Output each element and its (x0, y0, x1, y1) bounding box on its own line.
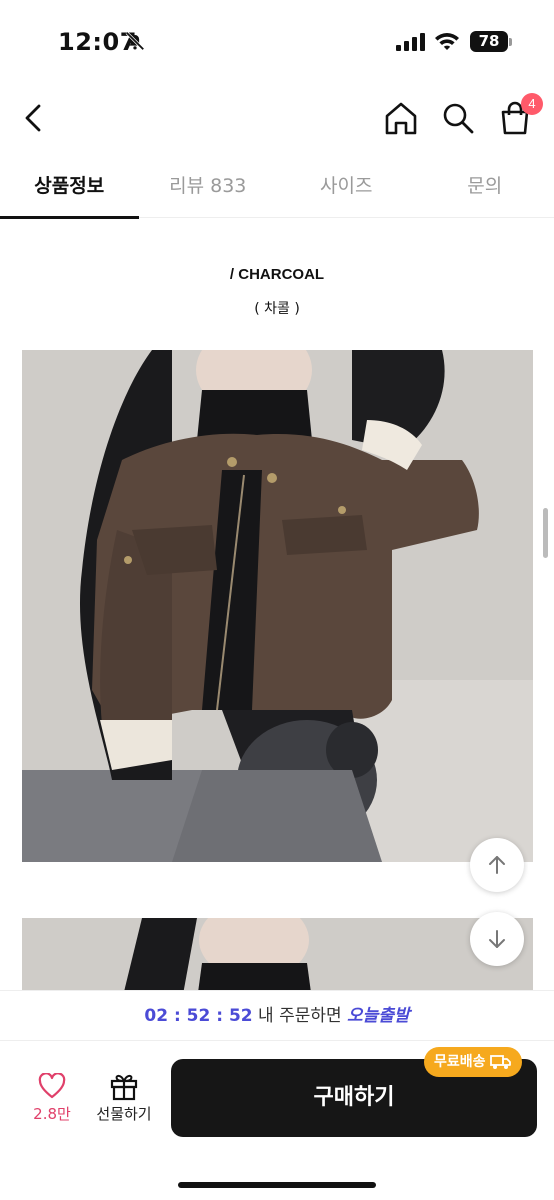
tab-product-info[interactable]: 상품정보 (0, 160, 139, 219)
scroll-to-top-button[interactable] (470, 838, 524, 892)
bell-off-icon (125, 31, 145, 51)
notice-highlight: 오늘출발 (347, 1006, 410, 1026)
arrow-down-icon (489, 930, 505, 948)
truck-icon (489, 1055, 511, 1069)
notice-text: 내 주문하면 (258, 1006, 342, 1026)
arrow-up-icon (489, 856, 505, 874)
product-photo (22, 350, 533, 862)
product-photo-second-illustration (22, 918, 533, 1000)
gift-label: 선물하기 (96, 1105, 152, 1123)
home-indicator (178, 1182, 376, 1188)
tab-reviews[interactable]: 리뷰 833 (139, 160, 278, 217)
home-icon[interactable] (382, 100, 420, 136)
battery-indicator: 78 (470, 31, 508, 52)
scrollbar-thumb[interactable] (543, 508, 548, 558)
shipping-countdown: 02 : 52 : 52 (144, 1006, 253, 1026)
status-bar: 12:07 78 (0, 0, 554, 80)
product-photo-illustration (22, 350, 533, 862)
tab-inquiry[interactable]: 문의 (416, 160, 554, 217)
cart-count-badge: 4 (521, 93, 543, 115)
product-photo-second (22, 918, 533, 1000)
free-shipping-badge: 무료배송 (424, 1047, 522, 1077)
battery-tip (509, 38, 512, 46)
cellular-signal-icon (396, 33, 425, 51)
same-day-shipping-notice: 02 : 52 : 52 내 주문하면 오늘출발 (0, 990, 554, 1040)
gift-button[interactable]: 선물하기 (88, 1069, 160, 1139)
free-shipping-label: 무료배송 (434, 1054, 486, 1070)
like-count: 2.8만 (33, 1105, 71, 1123)
wifi-icon (435, 33, 459, 50)
top-nav: 4 (0, 88, 554, 150)
heart-icon (38, 1073, 66, 1099)
like-button[interactable]: 2.8만 (20, 1069, 84, 1139)
bottom-action-bar: 2.8만 선물하기 구매하기 무료배송 (0, 1040, 554, 1200)
back-arrow-icon[interactable] (18, 100, 50, 136)
scroll-to-bottom-button[interactable] (470, 912, 524, 966)
gift-icon (110, 1074, 138, 1101)
color-name: / CHARCOAL (229, 266, 325, 283)
color-name-korean: ( 차콜 ) (254, 301, 300, 317)
product-tabs: 상품정보 리뷰 833 사이즈 문의 (0, 160, 554, 219)
search-icon[interactable] (440, 100, 476, 136)
tab-size[interactable]: 사이즈 (277, 160, 416, 217)
